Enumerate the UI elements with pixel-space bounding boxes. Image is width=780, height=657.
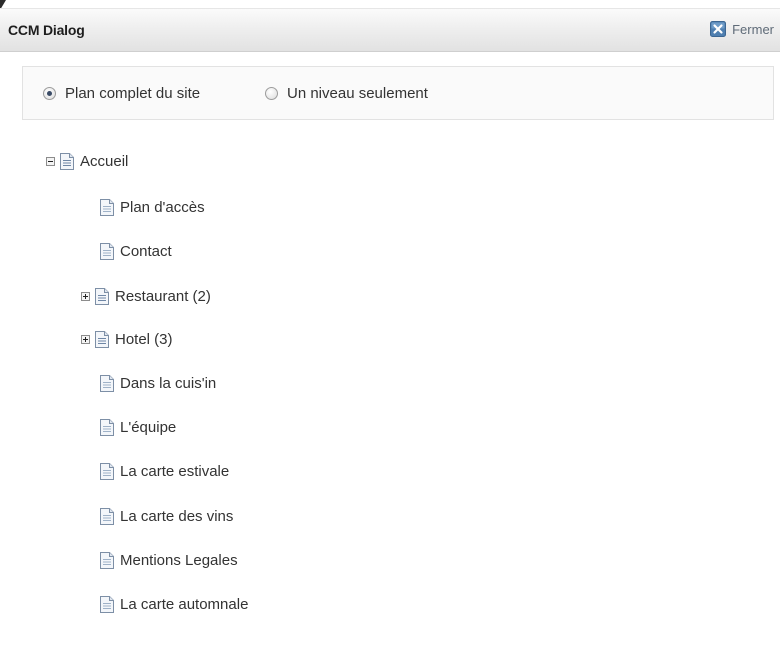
radio-full-sitemap-label: Plan complet du site <box>65 84 201 102</box>
page-icon <box>100 507 114 525</box>
radio-full-sitemap[interactable]: Plan complet du site <box>43 67 200 119</box>
page-icon <box>60 152 74 170</box>
page-icon <box>100 198 114 216</box>
sitemap-options: Plan complet du site Un niveau seulement <box>22 66 774 120</box>
collapse-toggle-icon[interactable] <box>46 156 55 166</box>
tree-node[interactable]: La carte automnale <box>100 593 248 615</box>
page-icon <box>95 287 109 305</box>
tree-node-label[interactable]: Hotel (3) <box>115 331 173 348</box>
expand-toggle-icon[interactable] <box>81 291 90 301</box>
page-icon <box>100 242 114 260</box>
tree-node-label[interactable]: Contact <box>120 243 172 260</box>
close-button[interactable]: Fermer <box>710 21 774 37</box>
tree-node[interactable]: Plan d'accès <box>100 196 205 218</box>
tree-node-label[interactable]: La carte estivale <box>120 463 229 480</box>
close-icon <box>710 21 727 37</box>
tree-node[interactable]: Contact <box>100 240 172 262</box>
page-icon <box>100 374 114 392</box>
tree-node[interactable]: Hotel (3) <box>81 328 173 350</box>
tree-node-label[interactable]: La carte des vins <box>120 508 233 525</box>
tree-node-label[interactable]: Mentions Legales <box>120 552 238 569</box>
radio-one-level[interactable]: Un niveau seulement <box>265 67 428 119</box>
ccm-dialog: CCM Dialog Fermer Plan complet du site U… <box>0 0 780 657</box>
expand-toggle-icon[interactable] <box>81 334 90 344</box>
tree-node[interactable]: Restaurant (2) <box>81 285 211 307</box>
radio-button-checked[interactable] <box>43 86 56 100</box>
dialog-titlebar[interactable]: CCM Dialog Fermer <box>0 8 780 52</box>
close-label: Fermer <box>732 21 774 37</box>
tree-node-label[interactable]: La carte automnale <box>120 596 248 613</box>
tree-node-label[interactable]: L'équipe <box>120 419 176 436</box>
tree-node-label[interactable]: Restaurant (2) <box>115 288 211 305</box>
tree-node-label[interactable]: Dans la cuis'in <box>120 375 216 392</box>
page-icon <box>100 462 114 480</box>
tree-node[interactable]: Mentions Legales <box>100 549 238 571</box>
page-icon <box>100 418 114 436</box>
tree-node[interactable]: La carte estivale <box>100 460 229 482</box>
tree-node-label[interactable]: Accueil <box>80 153 128 170</box>
tree-node-root[interactable]: Accueil <box>46 150 128 172</box>
radio-button[interactable] <box>265 86 278 100</box>
page-icon <box>95 330 109 348</box>
page-icon <box>100 595 114 613</box>
dialog-title: CCM Dialog <box>8 22 85 38</box>
tree-node[interactable]: L'équipe <box>100 416 176 438</box>
tree-node-label[interactable]: Plan d'accès <box>120 199 205 216</box>
radio-one-level-label: Un niveau seulement <box>287 84 428 102</box>
tree-node[interactable]: La carte des vins <box>100 505 233 527</box>
page-icon <box>100 551 114 569</box>
tree-node[interactable]: Dans la cuis'in <box>100 372 216 394</box>
